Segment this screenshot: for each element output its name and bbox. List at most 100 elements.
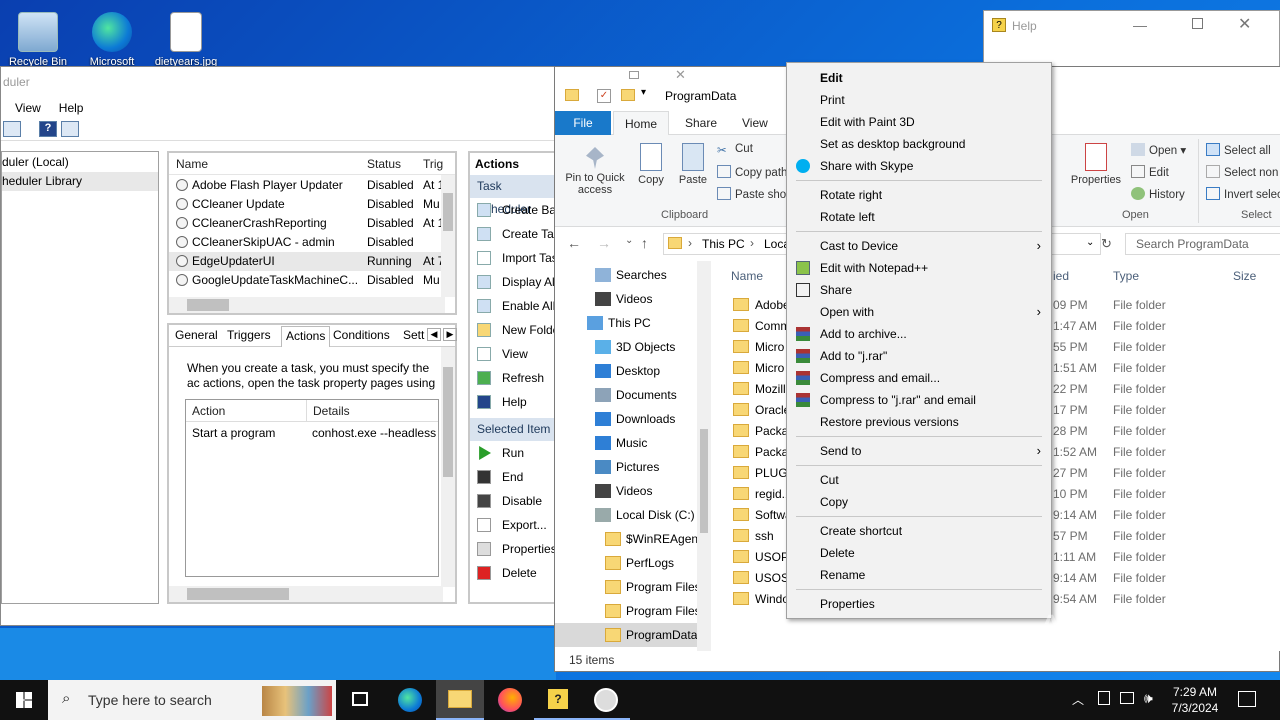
nav-item[interactable]: Documents — [555, 383, 695, 407]
action-item[interactable]: Import Tas — [470, 246, 555, 270]
task-view-button[interactable] — [336, 680, 384, 720]
menu-item-delete[interactable]: Delete — [787, 542, 1051, 564]
action-item[interactable]: End — [470, 465, 555, 489]
start-button[interactable] — [0, 680, 48, 720]
menu-item-edit[interactable]: Edit — [787, 67, 1051, 89]
nav-item[interactable]: Music — [555, 431, 695, 455]
volume-icon[interactable]: 🕪 — [1144, 690, 1153, 707]
task-row[interactable]: EdgeUpdaterUI Running At 7 — [169, 252, 455, 271]
nav-scrollbar[interactable] — [697, 261, 711, 651]
col-status[interactable]: Status — [367, 153, 401, 175]
device-icon[interactable] — [1098, 691, 1110, 705]
cut-button[interactable]: ✂ Cut — [717, 143, 753, 157]
action-item[interactable]: Delete — [470, 561, 555, 585]
nav-item[interactable]: Program Files — [555, 599, 701, 623]
notification-icon[interactable] — [1238, 691, 1256, 707]
section-selected-item[interactable]: Selected Item — [470, 418, 555, 441]
horizontal-scrollbar[interactable] — [169, 297, 445, 313]
maximize-icon[interactable] — [629, 71, 639, 79]
action-item[interactable]: Disable — [470, 489, 555, 513]
tab-file[interactable]: File — [555, 111, 611, 135]
section-task-scheduler[interactable]: Task Scheduler — [470, 175, 555, 216]
menu-item-compress-to-j-rar-and-email[interactable]: Compress to "j.rar" and email — [787, 389, 1051, 411]
maximize-icon[interactable] — [1192, 18, 1203, 29]
jpg-file-shortcut[interactable]: dietyears.jpg — [148, 4, 224, 68]
menu-item-create-shortcut[interactable]: Create shortcut — [787, 520, 1051, 542]
nav-item[interactable]: 3D Objects — [555, 335, 695, 359]
vertical-scrollbar[interactable] — [441, 175, 455, 297]
clock[interactable]: 7:29 AM 7/3/2024 — [1166, 684, 1224, 716]
menu-item-rotate-left[interactable]: Rotate left — [787, 206, 1051, 228]
menu-item-send-to[interactable]: Send to › — [787, 440, 1051, 462]
scroll-thumb[interactable] — [443, 367, 453, 477]
horizontal-scrollbar[interactable] — [169, 586, 443, 602]
detail-tab-sett[interactable]: Sett — [403, 328, 424, 342]
action-item[interactable]: Create Bas — [470, 198, 555, 222]
open-button[interactable]: Open ▾ — [1131, 143, 1186, 157]
menu-item-cast-to-device[interactable]: Cast to Device › — [787, 235, 1051, 257]
paste-button[interactable]: Paste — [675, 143, 711, 186]
invert-selection-button[interactable]: Invert selec — [1206, 187, 1280, 201]
vertical-scrollbar[interactable] — [441, 347, 455, 587]
recent-locations-icon[interactable]: ⌄ — [625, 235, 633, 246]
action-item[interactable]: Help — [470, 390, 555, 414]
action-item[interactable]: Export... — [470, 513, 555, 537]
explorer-taskbar-button[interactable] — [436, 680, 484, 720]
action-item[interactable]: Run — [470, 441, 555, 465]
history-button[interactable]: History — [1131, 187, 1185, 201]
menu-item-restore-previous-versions[interactable]: Restore previous versions — [787, 411, 1051, 433]
action-item[interactable]: Create Tas — [470, 222, 555, 246]
edge-taskbar-button[interactable] — [386, 680, 434, 720]
action-row[interactable]: Start a program conhost.exe --headless — [186, 422, 438, 444]
close-icon[interactable]: ✕ — [1238, 14, 1251, 34]
task-row[interactable]: CCleanerCrashReporting Disabled At 1 — [169, 214, 455, 233]
menu-item-set-as-desktop-background[interactable]: Set as desktop background — [787, 133, 1051, 155]
scroll-thumb[interactable] — [700, 429, 708, 533]
col-name[interactable]: Name — [176, 153, 208, 175]
col-size[interactable]: Size — [1233, 269, 1256, 283]
tab-share[interactable]: Share — [685, 111, 717, 135]
edge-shortcut[interactable]: Microsoft — [74, 4, 150, 68]
col-name[interactable]: Name — [731, 269, 763, 283]
nav-item[interactable]: Videos — [555, 287, 695, 311]
nav-item[interactable]: Videos — [555, 479, 695, 503]
tab-scroll-right-icon[interactable]: ▶ — [443, 328, 457, 341]
minimize-icon[interactable]: — — [1133, 17, 1147, 33]
action-item[interactable]: New Folde — [470, 318, 555, 342]
menu-item-properties[interactable]: Properties — [787, 593, 1051, 615]
help-icon[interactable]: ? — [39, 121, 57, 137]
taskbar-search[interactable]: ⌕ Type here to search — [48, 680, 336, 720]
menu-item-copy[interactable]: Copy — [787, 491, 1051, 513]
tab-scroll-left-icon[interactable]: ◀ — [427, 328, 441, 341]
breadcrumb-this-pc[interactable]: This PC — [702, 237, 745, 251]
task-scheduler-window[interactable]: duler View Help ? duler (Local) heduler … — [0, 66, 557, 626]
menu-item-print[interactable]: Print — [787, 89, 1051, 111]
action-item[interactable]: Properties — [470, 537, 555, 561]
properties-button[interactable]: Properties — [1065, 143, 1127, 186]
col-details[interactable]: Details — [306, 400, 350, 422]
select-none-button[interactable]: Select non — [1206, 165, 1278, 179]
menu-item-share-with-skype[interactable]: Share with Skype — [787, 155, 1051, 177]
tree-item-library[interactable]: heduler Library — [2, 172, 158, 191]
scroll-thumb[interactable] — [187, 588, 289, 600]
detail-tab-triggers[interactable]: Triggers — [227, 328, 271, 342]
scroll-thumb[interactable] — [443, 193, 453, 231]
nav-item[interactable]: This PC — [555, 311, 695, 335]
nav-item[interactable]: Program Files — [555, 575, 701, 599]
nav-item[interactable]: Local Disk (C:) — [555, 503, 695, 527]
recycle-bin[interactable]: Recycle Bin — [0, 4, 76, 68]
network-icon[interactable] — [1120, 692, 1134, 704]
col-type[interactable]: Type — [1113, 269, 1139, 283]
menu-item-open-with[interactable]: Open with › — [787, 301, 1051, 323]
properties-quick-icon[interactable]: ✓ — [597, 89, 611, 103]
pin-quick-access-button[interactable]: Pin to Quick access — [561, 147, 629, 196]
scroll-thumb[interactable] — [187, 299, 229, 311]
menu-item-edit-with-paint-3d[interactable]: Edit with Paint 3D — [787, 111, 1051, 133]
col-trigger[interactable]: Trig — [423, 153, 443, 175]
console-tree-icon[interactable] — [3, 121, 21, 137]
task-row[interactable]: GoogleUpdateTaskMachineC... Disabled Mu — [169, 271, 455, 290]
nav-item[interactable]: $WinREAgent — [555, 527, 701, 551]
new-folder-quick-icon[interactable] — [621, 89, 635, 101]
menu-item-rename[interactable]: Rename — [787, 564, 1051, 586]
customize-quick-access-icon[interactable]: ▾ — [641, 87, 646, 98]
